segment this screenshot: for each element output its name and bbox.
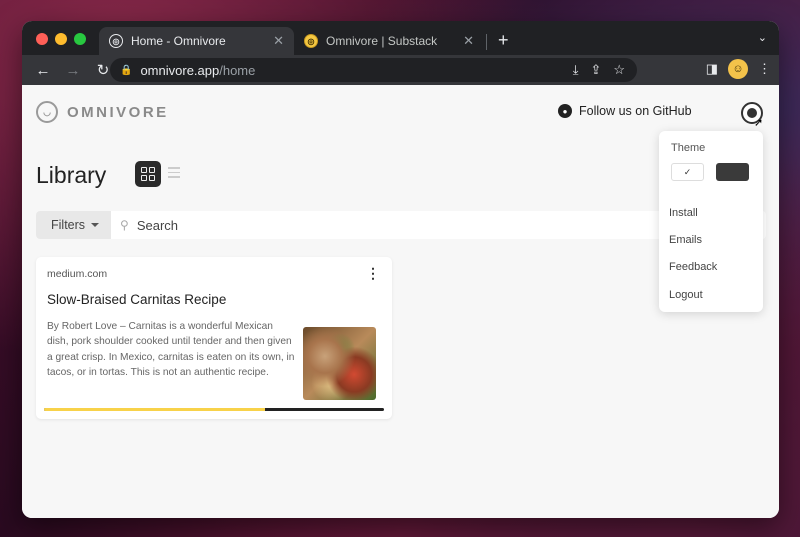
forward-arrow-icon[interactable]: → — [60, 57, 86, 83]
profile-avatar-icon[interactable]: ☺ — [728, 59, 748, 79]
search-bar: Filters ⚲ — [36, 211, 766, 239]
share-icon[interactable]: ⇪ — [590, 62, 601, 78]
grid-view-button[interactable] — [135, 161, 161, 187]
filters-button[interactable]: Filters — [36, 211, 112, 239]
light-theme-button[interactable]: ✓ — [671, 163, 704, 181]
card-description: By Robert Love – Carnitas is a wonderful… — [47, 321, 295, 378]
dark-theme-button[interactable] — [716, 163, 749, 181]
browser-toolbar: ← → ↻ 🔒 omnivore.app/home ⤓ ⇪ ☆ ◨ ☺ ⋮ — [22, 55, 779, 85]
omnivore-logo-icon: ◡ — [36, 101, 58, 123]
url-path: /home — [219, 62, 256, 78]
minimize-window-button[interactable] — [55, 33, 67, 45]
theme-label: Theme — [671, 142, 706, 154]
tab-title: Home - Omnivore — [131, 34, 226, 48]
window-controls — [36, 33, 86, 45]
page-title: Library — [36, 162, 107, 188]
install-app-icon[interactable]: ⤓ — [573, 62, 579, 78]
bookmark-star-icon[interactable]: ☆ — [613, 62, 625, 78]
tab-home-omnivore[interactable]: ◎ Home - Omnivore ✕ — [99, 27, 294, 55]
tab-search-icon[interactable]: ⌄ — [758, 31, 767, 44]
address-bar[interactable]: 🔒 omnivore.app/home ⤓ ⇪ ☆ — [110, 58, 637, 82]
tab-divider — [486, 34, 487, 50]
menu-item-install[interactable]: Install — [669, 207, 698, 219]
reading-progress-bar — [44, 408, 384, 411]
tab-bar: ◎ Home - Omnivore ✕ ◎ Omnivore | Substac… — [22, 21, 779, 55]
omnivore-logo[interactable]: ◡ OMNIVORE — [36, 101, 169, 123]
grid-icon — [141, 167, 155, 181]
list-view-button[interactable] — [168, 167, 180, 178]
close-tab-icon[interactable]: ✕ — [273, 33, 284, 49]
lock-icon: 🔒 — [120, 64, 133, 76]
omnivore-favicon-icon: ◎ — [109, 34, 123, 48]
new-tab-button[interactable]: + — [498, 30, 509, 51]
address-bar-actions: ⤓ ⇪ ☆ — [573, 62, 625, 78]
logo-text: OMNIVORE — [67, 103, 169, 121]
mouse-cursor-icon: ➚ — [754, 117, 764, 129]
github-link[interactable]: ● Follow us on GitHub — [558, 104, 692, 118]
browser-menu-icon[interactable]: ⋮ — [758, 61, 771, 77]
filters-label: Filters — [51, 218, 86, 232]
menu-item-feedback[interactable]: Feedback — [669, 261, 717, 273]
url-host: omnivore.app — [140, 62, 220, 78]
omnivore-page: ◡ OMNIVORE ● Follow us on GitHub ➚ Libra… — [22, 85, 779, 518]
substack-favicon-icon: ◎ — [304, 34, 318, 48]
close-tab-icon[interactable]: ✕ — [463, 33, 474, 49]
article-card[interactable]: medium.com ⋮ Slow-Braised Carnitas Recip… — [36, 257, 392, 419]
menu-item-emails[interactable]: Emails — [669, 234, 702, 246]
tab-omnivore-substack[interactable]: ◎ Omnivore | Substack ✕ — [294, 27, 484, 55]
toolbar-right: ◨ ☺ ⋮ — [706, 59, 771, 79]
browser-window: ◎ Home - Omnivore ✕ ◎ Omnivore | Substac… — [22, 21, 779, 518]
back-arrow-icon[interactable]: ← — [30, 57, 56, 83]
side-panel-icon[interactable]: ◨ — [706, 61, 718, 77]
maximize-window-button[interactable] — [74, 33, 86, 45]
github-icon: ● — [558, 104, 572, 118]
tab-title: Omnivore | Substack — [326, 34, 438, 48]
card-domain: medium.com — [47, 268, 108, 280]
search-input[interactable] — [136, 217, 537, 233]
chevron-down-icon — [91, 223, 100, 227]
reading-progress-fill — [44, 408, 265, 411]
url-text: omnivore.app/home — [140, 63, 255, 78]
close-window-button[interactable] — [36, 33, 48, 45]
github-label: Follow us on GitHub — [579, 104, 692, 118]
card-title[interactable]: Slow-Braised Carnitas Recipe — [47, 292, 226, 307]
card-thumbnail — [303, 327, 376, 400]
user-menu-dropdown: Theme ✓ Install Emails Feedback Logout — [659, 131, 763, 312]
check-icon: ✓ — [683, 166, 692, 177]
search-icon: ⚲ — [120, 218, 129, 232]
menu-item-logout[interactable]: Logout — [669, 289, 703, 301]
card-menu-icon[interactable]: ⋮ — [366, 265, 380, 282]
